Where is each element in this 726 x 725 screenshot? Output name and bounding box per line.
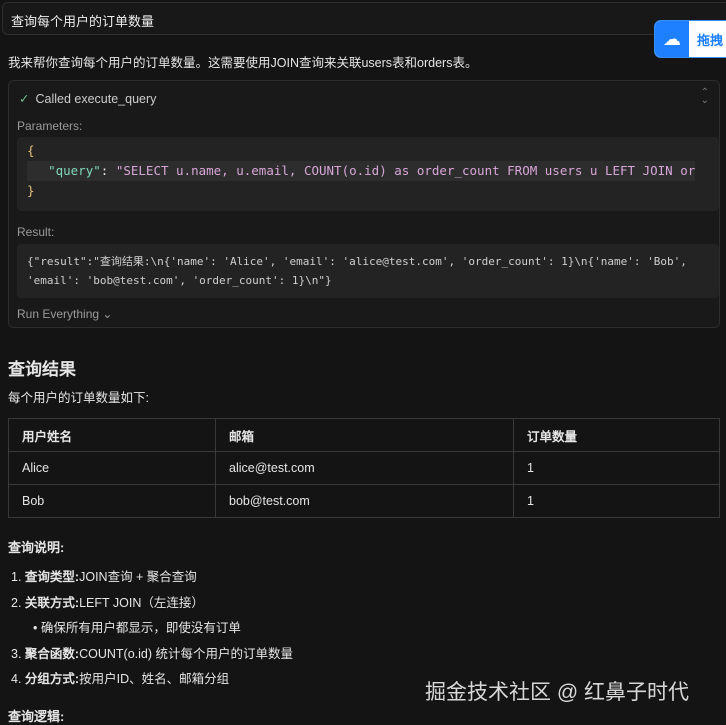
logic-heading: 查询逻辑: <box>8 709 65 724</box>
result-code: {"result":"查询结果:\n{'name': 'Alice', 'ema… <box>17 244 719 298</box>
result-label: Result: <box>17 225 55 239</box>
run-label: Run Everything <box>17 307 100 321</box>
open-brace: { <box>27 143 35 158</box>
list-item: 3. 聚合函数:COUNT(o.id) 统计每个用户的订单数量 <box>11 646 293 661</box>
user-message: 查询每个用户的订单数量 <box>2 2 726 35</box>
expand-collapse-icon[interactable]: ⌃ ⌄ <box>701 88 709 106</box>
cell: Alice <box>8 451 216 485</box>
list-subitem: • 确保所有用户都显示，即使没有订单 <box>33 621 241 635</box>
param-value: "SELECT u.name, u.email, COUNT(o.id) as … <box>115 163 696 178</box>
parameters-code: { "query": "SELECT u.name, u.email, COUN… <box>17 137 719 211</box>
cell: 1 <box>513 451 720 485</box>
header-email: 邮箱 <box>215 418 514 452</box>
table-row: Bob bob@test.com 1 <box>8 484 720 518</box>
table-header-row: 用户姓名 邮箱 订单数量 <box>8 418 720 452</box>
baidu-netdisk-icon: ☁ <box>655 21 689 57</box>
explanation-list: 1. 查询类型:JOIN查询 + 聚合查询 2. 关联方式:LEFT JOIN（… <box>11 566 293 694</box>
parameters-label: Parameters: <box>17 119 83 133</box>
list-item: 2. 关联方式:LEFT JOIN（左连接） <box>11 595 204 610</box>
cell: alice@test.com <box>215 451 514 485</box>
results-heading: 查询结果 <box>8 360 76 379</box>
watermark: 掘金技术社区 @ 红鼻子时代 <box>425 681 689 704</box>
run-everything-button[interactable]: Run Everything ⌄ <box>17 307 112 321</box>
header-name: 用户姓名 <box>8 418 216 452</box>
explanation-heading: 查询说明: <box>8 540 65 555</box>
cell: Bob <box>8 484 216 518</box>
tool-call-card: ✓ Called execute_query ⌃ ⌄ Parameters: { "… <box>8 80 720 328</box>
list-item: 1. 查询类型:JOIN查询 + 聚合查询 <box>11 570 197 584</box>
param-key: "query" <box>48 163 101 178</box>
drag-extension-button[interactable]: ☁ 拖拽 <box>654 20 726 58</box>
chevron-down-icon: ⌄ <box>102 307 113 321</box>
cell: 1 <box>513 484 720 518</box>
tool-call-header[interactable]: ✓ Called execute_query <box>19 91 156 106</box>
cell: bob@test.com <box>215 484 514 518</box>
tool-status: Called execute_query <box>35 92 157 106</box>
close-brace: } <box>27 183 35 198</box>
results-subtitle: 每个用户的订单数量如下: <box>8 391 149 405</box>
extension-label: 拖拽 <box>697 32 724 48</box>
colon: : <box>100 163 116 178</box>
list-item: 4. 分组方式:按用户ID、姓名、邮箱分组 <box>11 672 230 686</box>
check-icon: ✓ <box>19 92 30 106</box>
assistant-intro: 我来帮你查询每个用户的订单数量。这需要使用JOIN查询来关联users表和ord… <box>8 56 478 70</box>
results-table: 用户姓名 邮箱 订单数量 Alice alice@test.com 1 Bob bob@t… <box>8 418 720 518</box>
table-row: Alice alice@test.com 1 <box>8 451 720 485</box>
header-count: 订单数量 <box>513 418 720 452</box>
